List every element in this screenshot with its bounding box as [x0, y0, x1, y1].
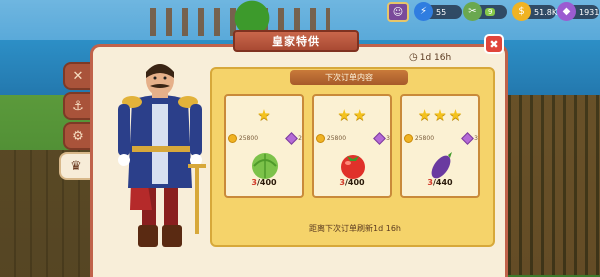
tab-tools[interactable]: ✕ — [63, 62, 93, 90]
star-icon: ★ — [257, 106, 271, 124]
quantity-label: 3/440 — [402, 178, 478, 187]
gem-counter[interactable]: ◆ 1931 — [557, 2, 600, 21]
quantity-label: 3/400 — [314, 178, 390, 187]
order-card[interactable]: ★ 25800 2 3/400 — [224, 94, 304, 198]
coin-icon — [228, 134, 237, 143]
gear-icon: ⚙ — [72, 128, 84, 144]
coin-icon — [404, 134, 413, 143]
star-icon: ★ — [448, 106, 463, 124]
coin-reward: 25800 — [316, 134, 346, 143]
crown-icon: ♛ — [70, 158, 82, 174]
order-card[interactable]: ★ ★ ★ 25800 3 3/440 — [400, 94, 480, 198]
eggplant-icon — [424, 150, 458, 180]
energy-counter[interactable]: ⚡ 55 — [414, 2, 462, 21]
star-icon: ★ — [337, 106, 351, 124]
star-rating: ★ ★ ★ — [402, 106, 478, 124]
tools-icon: ✂ — [463, 2, 482, 21]
gem-icon — [373, 132, 387, 145]
player-avatar[interactable]: ☺ — [387, 2, 409, 22]
tab-royal[interactable]: ♛ — [59, 152, 93, 180]
tomato-icon — [336, 150, 370, 180]
gem-reward: 3 — [373, 132, 390, 145]
quantity-need: /440 — [432, 178, 453, 187]
tab-gear[interactable]: ⚙ — [63, 122, 93, 150]
panel-timer: ◷ 1d 16h — [409, 52, 451, 63]
reward-row: 25800 3 — [316, 132, 390, 145]
star-icon: ★ — [353, 106, 367, 124]
lightning-icon: ⚡ — [414, 2, 433, 21]
order-card[interactable]: ★ ★ 25800 3 3/400 — [312, 94, 392, 198]
tool-counter[interactable]: ✂ 9 — [463, 2, 507, 21]
gem-reward: 2 — [285, 132, 302, 145]
anchor-icon: ⚓ — [72, 98, 84, 114]
coin-reward: 25800 — [228, 134, 258, 143]
close-icon: ✖ — [489, 37, 499, 51]
star-icon: ★ — [417, 106, 432, 124]
reward-row: 25800 2 — [228, 132, 302, 145]
gem-reward: 3 — [461, 132, 478, 145]
gem-icon — [461, 132, 475, 145]
gem-reward-value: 3 — [386, 135, 390, 142]
tab-anchor[interactable]: ⚓ — [63, 92, 93, 120]
coin-reward-value: 25800 — [414, 135, 435, 142]
coin-counter[interactable]: $ 51.8K — [512, 2, 558, 21]
reward-row: 25800 3 — [404, 132, 478, 145]
star-rating: ★ — [226, 106, 302, 124]
royal-officer-character — [118, 64, 206, 247]
next-order-text: 距离下次订单刷新1d 16h — [309, 224, 401, 233]
coin-reward: 25800 — [404, 134, 434, 143]
energy-value: 55 — [436, 7, 447, 17]
star-rating: ★ ★ — [314, 106, 390, 124]
quantity-need: /400 — [256, 178, 277, 187]
board-header: 下次订单内容 — [290, 70, 408, 85]
quantity-label: 3/400 — [226, 178, 302, 187]
tool-value: 9 — [485, 8, 496, 16]
quantity-need: /400 — [344, 178, 365, 187]
coin-reward-value: 25800 — [326, 135, 347, 142]
star-icon: ★ — [433, 106, 447, 124]
tools-icon: ✕ — [72, 68, 84, 84]
clock-icon: ◷ — [409, 52, 418, 63]
palm-tree — [230, 0, 274, 30]
gem-reward-value: 2 — [298, 135, 302, 142]
coin-reward-value: 25800 — [238, 135, 259, 142]
coin-icon — [316, 134, 325, 143]
gem-icon: ◆ — [557, 2, 576, 21]
fence — [500, 95, 600, 275]
cabbage-icon — [248, 150, 282, 180]
gem-value: 1931 — [579, 7, 600, 17]
timer-value: 1d 16h — [419, 52, 452, 63]
gem-reward-value: 3 — [474, 135, 478, 142]
coin-icon: $ — [512, 2, 531, 21]
close-button[interactable]: ✖ — [484, 34, 504, 54]
coin-value: 51.8K — [534, 7, 558, 17]
gem-icon — [285, 132, 299, 145]
panel-title: 皇家特供 — [233, 30, 359, 52]
